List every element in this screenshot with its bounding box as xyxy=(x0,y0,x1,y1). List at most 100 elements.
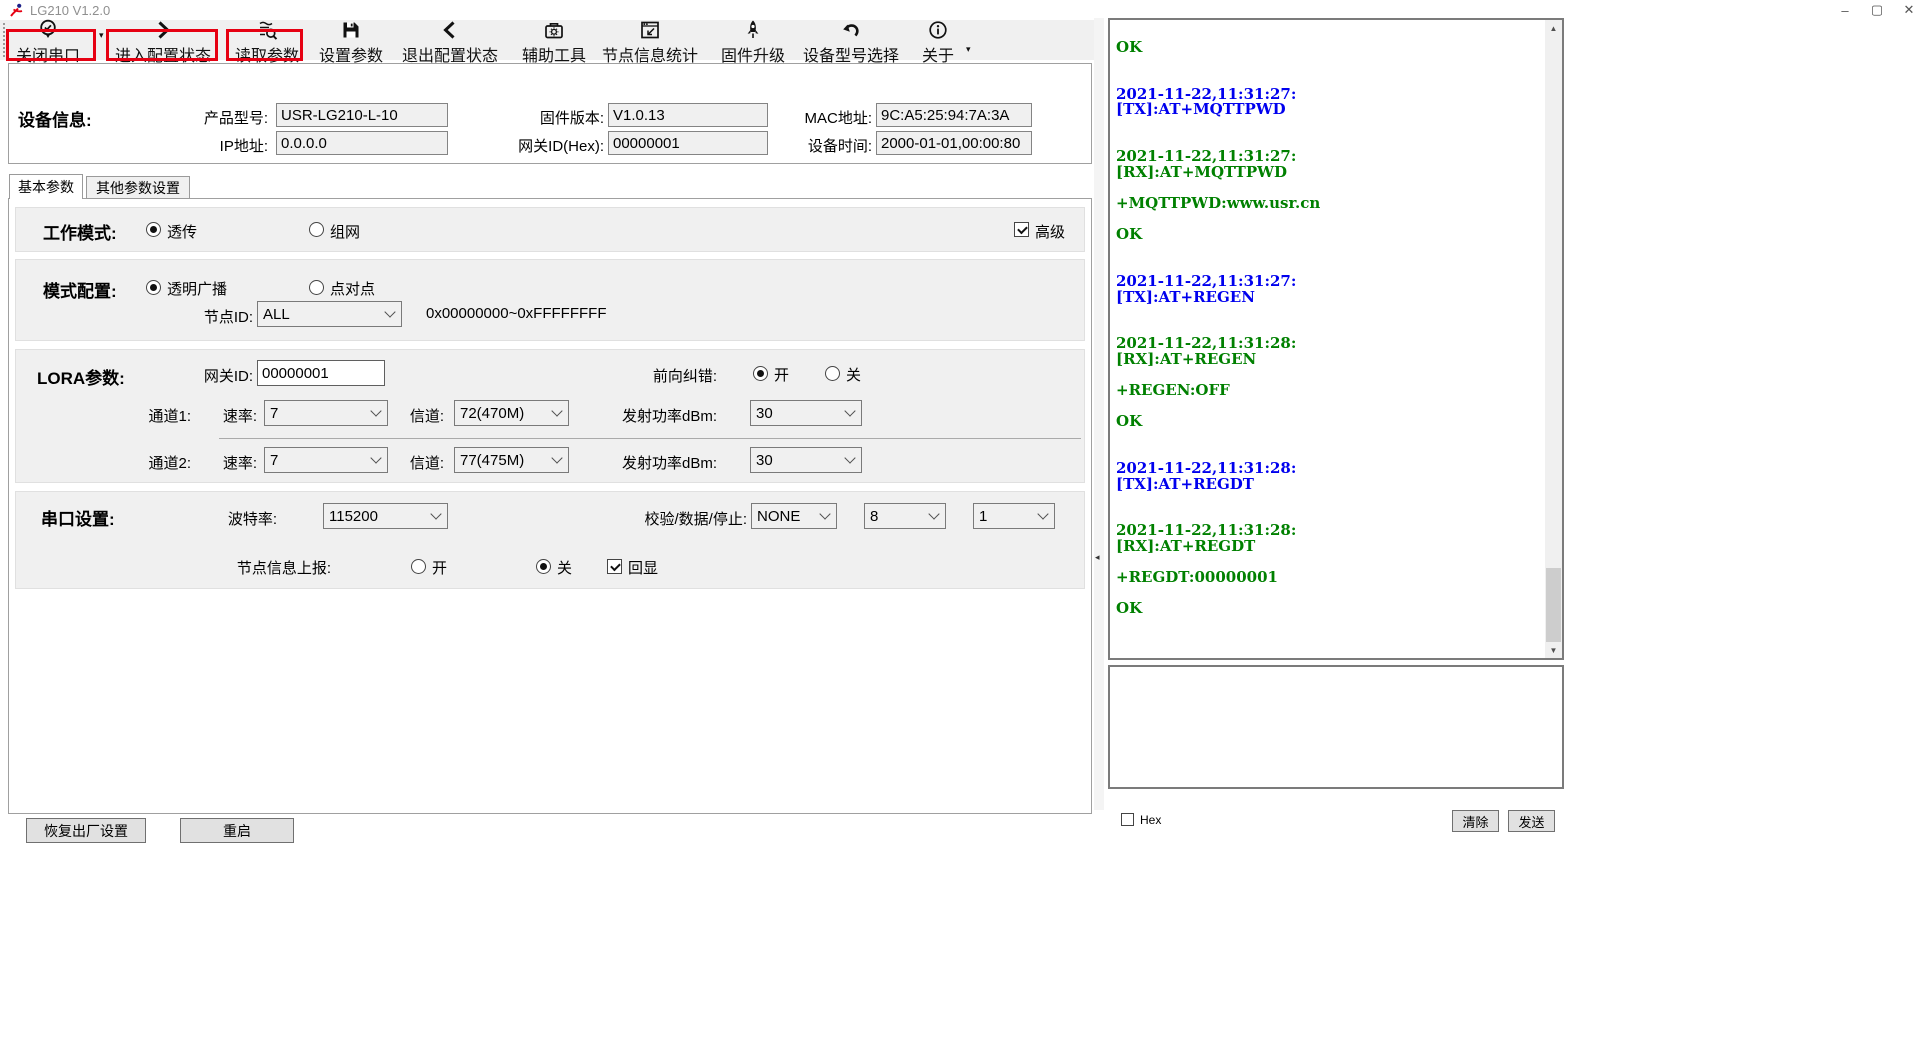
baud-rate-select[interactable]: 115200 xyxy=(323,503,448,529)
log-scrollbar[interactable]: ▲ ▼ xyxy=(1545,20,1562,658)
advanced-checkbox[interactable] xyxy=(1014,222,1029,237)
toolbar-button-about[interactable]: 关于 xyxy=(918,20,958,60)
maximize-button[interactable]: ▢ xyxy=(1862,0,1892,20)
product-model-field[interactable]: USR-LG210-L-10 xyxy=(276,103,448,127)
work-mode-network-radio[interactable] xyxy=(309,222,324,237)
chevron-down-icon xyxy=(928,508,939,519)
echo-label: 回显 xyxy=(628,557,658,578)
fec-on-radio[interactable] xyxy=(753,366,768,381)
gateway-id-hex-label: 网关ID(Hex): xyxy=(432,135,604,156)
toolbar-button-node-stats[interactable]: 节点信息统计 xyxy=(600,20,700,60)
log-line xyxy=(1116,586,1540,602)
factory-reset-button[interactable]: 恢复出厂设置 xyxy=(26,818,146,843)
log-line: [RX]:AT+REGEN xyxy=(1116,352,1540,368)
serial-dropdown-caret[interactable]: ▾ xyxy=(99,30,104,41)
splitter-collapse-icon[interactable]: ◂ xyxy=(1095,552,1100,563)
chevron-down-icon xyxy=(551,405,562,416)
annotation-box-1 xyxy=(6,29,96,61)
node-report-on-radio[interactable] xyxy=(411,559,426,574)
send-button[interactable]: 发送 xyxy=(1508,810,1555,832)
hex-checkbox[interactable] xyxy=(1121,813,1134,826)
broadcast-label: 透明广播 xyxy=(167,278,227,299)
chevron-down-icon xyxy=(819,508,830,519)
scroll-down-icon[interactable]: ▼ xyxy=(1545,642,1562,658)
p2p-label: 点对点 xyxy=(330,278,375,299)
node-id-label: 节点ID: xyxy=(153,306,253,327)
log-line: +REGDT:00000001 xyxy=(1116,570,1540,586)
toolbar-button-aux-tools[interactable]: 辅助工具 xyxy=(518,20,590,60)
channel2-power-select[interactable]: 30 xyxy=(750,447,862,473)
tab-basic-params[interactable]: 基本参数 xyxy=(9,174,83,199)
node-report-off-radio[interactable] xyxy=(536,559,551,574)
annotation-box-3 xyxy=(226,29,303,61)
info-icon xyxy=(927,20,949,41)
channel1-power-value: 30 xyxy=(756,405,773,422)
log-line: OK xyxy=(1116,40,1540,56)
channel1-power-label: 发射功率dBm: xyxy=(577,405,717,426)
log-line: [TX]:AT+REGEN xyxy=(1116,290,1540,306)
log-line xyxy=(1116,430,1540,446)
restart-button[interactable]: 重启 xyxy=(180,818,294,843)
fec-off-radio[interactable] xyxy=(825,366,840,381)
parity-data-stop-label: 校验/数据/停止: xyxy=(607,508,747,529)
toolbar-overflow-caret[interactable]: ▾ xyxy=(966,44,971,55)
work-mode-transparent-radio[interactable] xyxy=(146,222,161,237)
work-mode-transparent-label: 透传 xyxy=(167,221,197,242)
echo-checkbox[interactable] xyxy=(607,559,622,574)
channel1-power-select[interactable]: 30 xyxy=(750,400,862,426)
minimize-button[interactable]: – xyxy=(1830,0,1860,20)
channel-divider xyxy=(219,438,1081,439)
toolbar-button-set-params[interactable]: 设置参数 xyxy=(312,20,390,60)
serial-log-panel[interactable]: OK 2021-11-22,11:31:27:[TX]:AT+MQTTPWD 2… xyxy=(1108,18,1564,660)
stop-bits-select[interactable]: 1 xyxy=(973,503,1055,529)
log-line: [RX]:AT+REGDT xyxy=(1116,539,1540,555)
channel2-channel-select[interactable]: 77(475M) xyxy=(454,447,569,473)
ip-address-field[interactable]: 0.0.0.0 xyxy=(276,131,448,155)
device-time-field[interactable]: 2000-01-01,00:00:80 xyxy=(876,131,1032,155)
close-button[interactable]: ✕ xyxy=(1894,0,1919,20)
panel-splitter[interactable] xyxy=(1094,18,1104,810)
title-bar: LG210 V1.2.0 – ▢ ✕ xyxy=(0,0,1919,20)
parity-select[interactable]: NONE xyxy=(751,503,837,529)
log-line xyxy=(1116,118,1540,134)
log-line: +MQTTPWD:www.usr.cn xyxy=(1116,196,1540,212)
scrollbar-thumb[interactable] xyxy=(1546,568,1561,642)
log-line xyxy=(1116,492,1540,508)
mac-address-field[interactable]: 9C:A5:25:94:7A:3A xyxy=(876,103,1032,127)
channel1-channel-select[interactable]: 72(470M) xyxy=(454,400,569,426)
data-bits-select[interactable]: 8 xyxy=(864,503,946,529)
lora-gateway-id-label: 网关ID: xyxy=(153,365,253,386)
mode-config-group: 模式配置: 透明广播 点对点 节点ID: ALL 0x00000000~0xFF… xyxy=(15,259,1085,341)
scroll-up-icon[interactable]: ▲ xyxy=(1545,20,1562,36)
node-report-off-label: 关 xyxy=(557,557,572,578)
firmware-version-label: 固件版本: xyxy=(432,107,604,128)
node-report-label: 节点信息上报: xyxy=(191,557,331,578)
clear-button[interactable]: 清除 xyxy=(1452,810,1499,832)
broadcast-radio[interactable] xyxy=(146,280,161,295)
annotation-box-2 xyxy=(106,29,218,61)
lora-gateway-id-input[interactable]: 00000001 xyxy=(257,360,385,386)
tab-other-params[interactable]: 其他参数设置 xyxy=(86,176,190,199)
toolbar-button-model-select[interactable]: 设备型号选择 xyxy=(800,20,902,60)
toolbar-button-exit-config[interactable]: 退出配置状态 xyxy=(398,20,502,60)
fec-on-label: 开 xyxy=(774,364,789,385)
baud-rate-value: 115200 xyxy=(329,508,378,525)
send-input-area[interactable] xyxy=(1108,665,1564,789)
p2p-radio[interactable] xyxy=(309,280,324,295)
stop-bits-value: 1 xyxy=(979,508,987,525)
save-icon xyxy=(340,20,362,41)
log-line: OK xyxy=(1116,414,1540,430)
log-line xyxy=(1116,212,1540,228)
toolbar-grip xyxy=(3,23,5,57)
product-model-label: 产品型号: xyxy=(96,107,268,128)
serial-settings-group: 串口设置: 波特率: 115200 校验/数据/停止: NONE 8 1 节点信… xyxy=(15,491,1085,589)
node-id-select[interactable]: ALL xyxy=(257,301,402,327)
channel1-channel-label: 信道: xyxy=(344,405,444,426)
work-mode-label: 工作模式: xyxy=(43,219,117,244)
work-mode-network-label: 组网 xyxy=(330,221,360,242)
baud-rate-label: 波特率: xyxy=(177,508,277,529)
chevron-down-icon xyxy=(844,452,855,463)
device-info-title: 设备信息: xyxy=(18,106,92,131)
node-id-value: ALL xyxy=(263,306,290,323)
toolbar-button-firmware-upgrade[interactable]: 固件升级 xyxy=(718,20,788,60)
